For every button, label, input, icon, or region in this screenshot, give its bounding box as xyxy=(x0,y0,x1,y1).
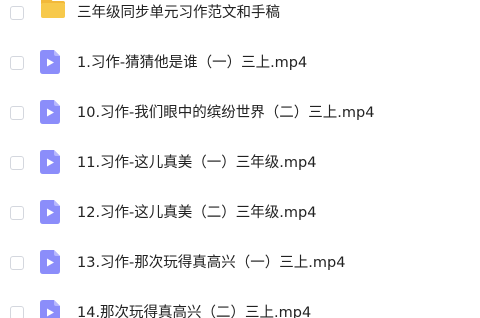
video-file-icon xyxy=(40,150,60,174)
list-item[interactable]: 12.习作-这儿真美（二）三年级.mp4 xyxy=(0,194,480,234)
file-name: 14.那次玩得真高兴（二）三上.mp4 xyxy=(77,305,312,318)
row-checkbox[interactable] xyxy=(10,6,24,20)
folder-icon xyxy=(40,0,66,19)
list-item[interactable]: 1.习作-猜猜他是谁（一）三上.mp4 xyxy=(0,44,480,84)
row-checkbox[interactable] xyxy=(10,206,24,220)
video-file-icon xyxy=(40,100,60,124)
list-item[interactable]: 三年级同步单元习作范文和手稿 xyxy=(0,0,480,34)
file-name: 12.习作-这儿真美（二）三年级.mp4 xyxy=(77,205,317,221)
video-file-icon xyxy=(40,300,60,318)
list-item[interactable]: 13.习作-那次玩得真高兴（一）三上.mp4 xyxy=(0,244,480,284)
file-name: 13.习作-那次玩得真高兴（一）三上.mp4 xyxy=(77,255,346,271)
video-file-icon xyxy=(40,200,60,224)
row-checkbox[interactable] xyxy=(10,306,24,318)
list-item[interactable]: 14.那次玩得真高兴（二）三上.mp4 xyxy=(0,294,480,318)
file-name: 1.习作-猜猜他是谁（一）三上.mp4 xyxy=(77,55,308,71)
file-list: 三年级同步单元习作范文和手稿 1.习作-猜猜他是谁（一）三上.mp4 10.习作… xyxy=(0,0,480,318)
row-checkbox[interactable] xyxy=(10,56,24,70)
list-item[interactable]: 11.习作-这儿真美（一）三年级.mp4 xyxy=(0,144,480,184)
row-checkbox[interactable] xyxy=(10,256,24,270)
file-name: 11.习作-这儿真美（一）三年级.mp4 xyxy=(77,155,317,171)
list-item[interactable]: 10.习作-我们眼中的缤纷世界（二）三上.mp4 xyxy=(0,94,480,134)
file-name: 10.习作-我们眼中的缤纷世界（二）三上.mp4 xyxy=(77,105,375,121)
row-checkbox[interactable] xyxy=(10,156,24,170)
video-file-icon xyxy=(40,50,60,74)
row-checkbox[interactable] xyxy=(10,106,24,120)
file-name: 三年级同步单元习作范文和手稿 xyxy=(77,5,280,21)
video-file-icon xyxy=(40,250,60,274)
